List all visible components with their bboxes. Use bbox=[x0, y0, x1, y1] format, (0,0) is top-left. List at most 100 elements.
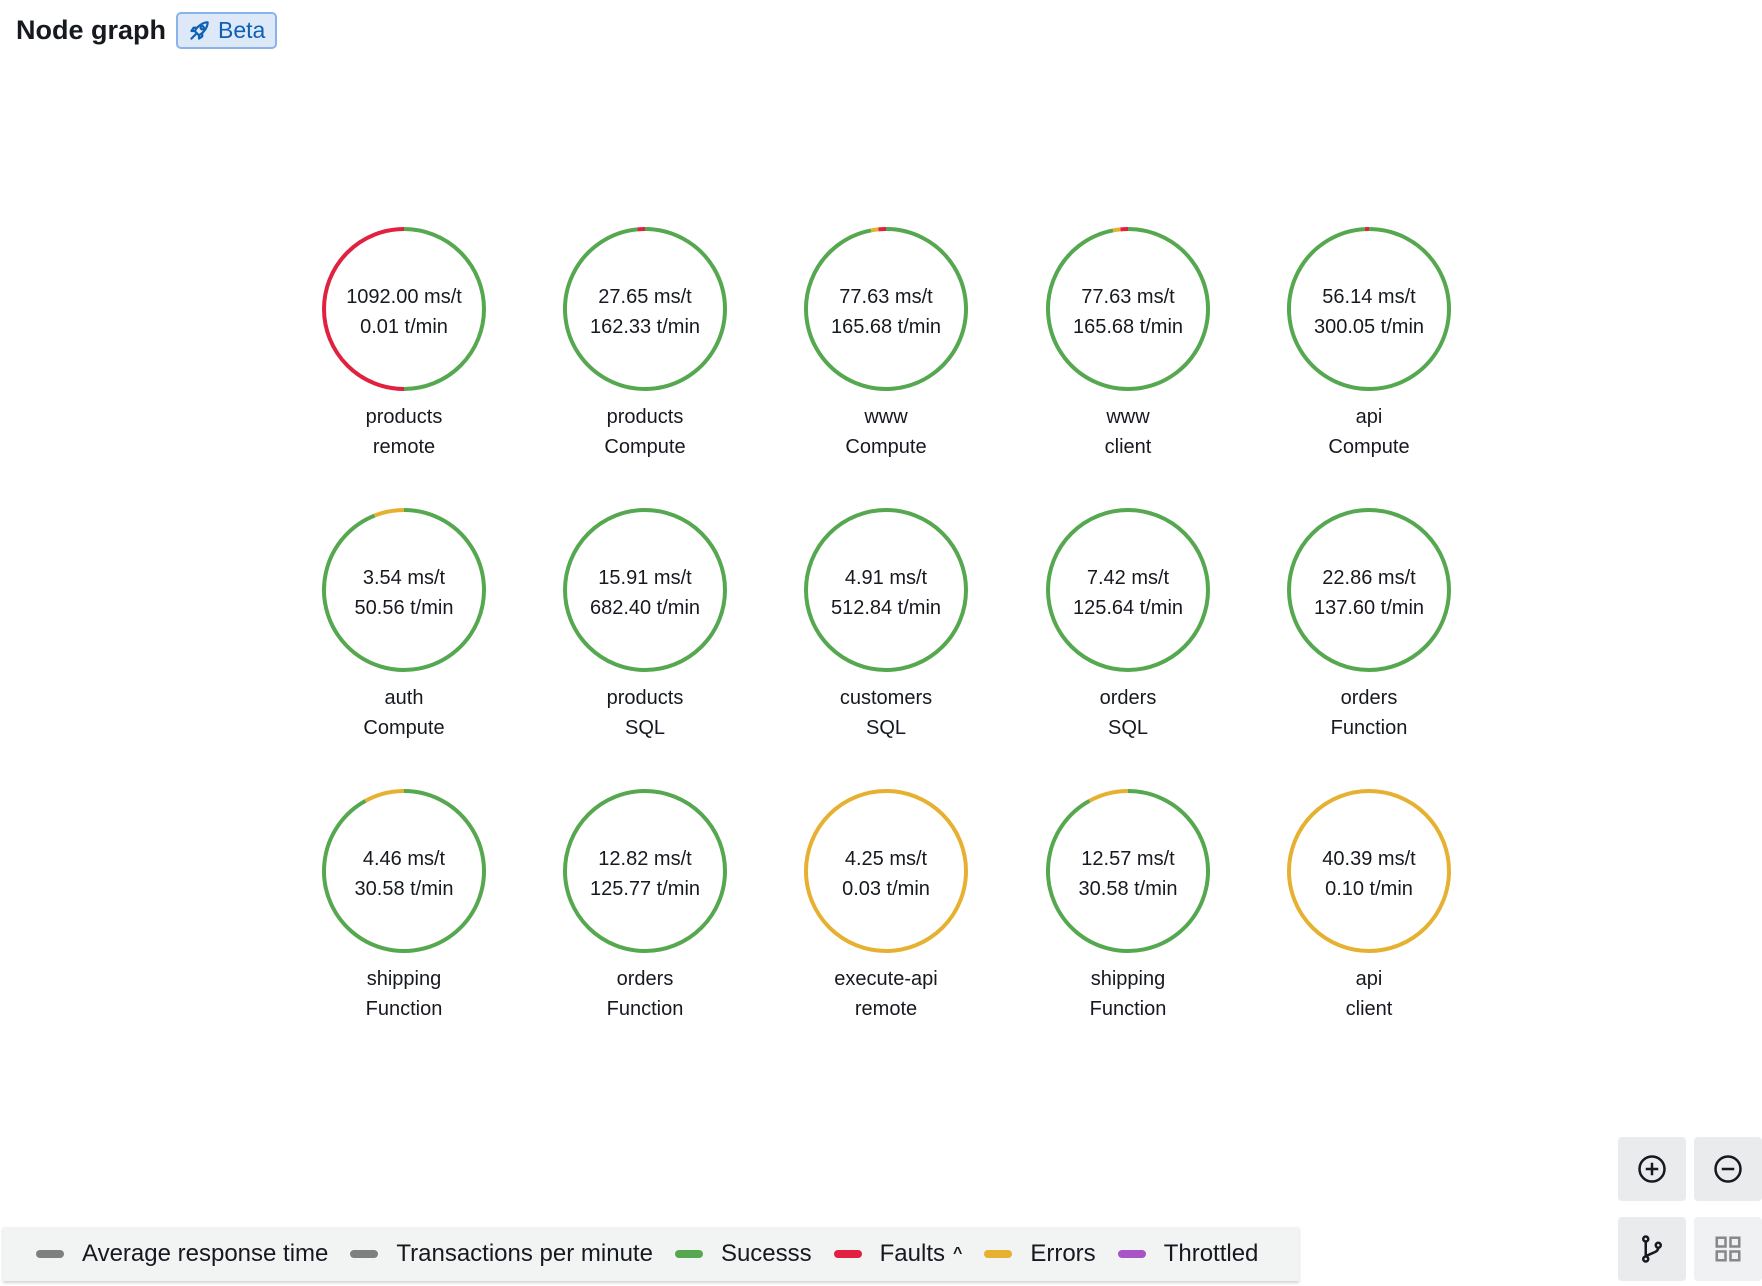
transactions-per-minute: 50.56 t/min bbox=[355, 597, 454, 619]
graph-node[interactable]: 7.42 ms/t 125.64 t/min orders SQL bbox=[1046, 508, 1210, 739]
node-name: www bbox=[863, 406, 908, 428]
graph-node[interactable]: 1092.00 ms/t 0.01 t/min products remote bbox=[322, 227, 486, 458]
legend-swatch bbox=[36, 1250, 64, 1258]
avg-response-time: 4.25 ms/t bbox=[845, 848, 928, 870]
graph-node[interactable]: 22.86 ms/t 137.60 t/min orders Function bbox=[1287, 508, 1451, 739]
legend-label: Errors bbox=[1030, 1240, 1096, 1267]
legend-label: Throttled bbox=[1163, 1240, 1259, 1267]
avg-response-time: 4.91 ms/t bbox=[845, 567, 928, 589]
legend-swatch bbox=[674, 1250, 703, 1258]
avg-response-time: 27.65 ms/t bbox=[598, 286, 692, 308]
graph-node[interactable]: 4.25 ms/t 0.03 t/min execute-api remote bbox=[804, 789, 968, 1020]
node-type: client bbox=[1105, 436, 1152, 458]
zoom-out-button[interactable] bbox=[1694, 1137, 1762, 1201]
node-name: www bbox=[1105, 406, 1150, 428]
avg-response-time: 4.46 ms/t bbox=[363, 848, 446, 870]
legend: Average response time Transactions per m… bbox=[3, 1227, 1299, 1281]
graph-node[interactable]: 27.65 ms/t 162.33 t/min products Compute bbox=[563, 227, 727, 458]
node-name: orders bbox=[617, 968, 674, 990]
avg-response-time: 12.82 ms/t bbox=[598, 848, 692, 870]
node-type: Function bbox=[1331, 717, 1408, 739]
legend-swatch bbox=[833, 1250, 862, 1258]
node-name: auth bbox=[385, 687, 424, 709]
node-name: orders bbox=[1341, 687, 1398, 709]
legend-item-faults[interactable]: Faults ^ bbox=[833, 1240, 962, 1268]
node-type: Function bbox=[366, 998, 443, 1020]
transactions-per-minute: 125.64 t/min bbox=[1073, 597, 1183, 619]
node-type: Function bbox=[1090, 998, 1167, 1020]
node-name: orders bbox=[1100, 687, 1157, 709]
transactions-per-minute: 0.03 t/min bbox=[842, 878, 930, 900]
node-type: SQL bbox=[625, 717, 665, 739]
graph-node[interactable]: 3.54 ms/t 50.56 t/min auth Compute bbox=[322, 508, 486, 739]
transactions-per-minute: 125.77 t/min bbox=[590, 878, 700, 900]
node-name: products bbox=[366, 406, 443, 428]
grid-icon bbox=[1715, 1236, 1741, 1262]
avg-response-time: 1092.00 ms/t bbox=[346, 286, 462, 308]
legend-label: Sucesss bbox=[720, 1240, 812, 1267]
graph-node[interactable]: 4.91 ms/t 512.84 t/min customers SQL bbox=[804, 508, 968, 739]
graph-node[interactable]: 40.39 ms/t 0.10 t/min api client bbox=[1287, 789, 1451, 1020]
transactions-per-minute: 162.33 t/min bbox=[590, 316, 700, 338]
graph-node[interactable]: 12.57 ms/t 30.58 t/min shipping Function bbox=[1046, 789, 1210, 1020]
node-type: Compute bbox=[845, 436, 926, 458]
avg-response-time: 77.63 ms/t bbox=[1081, 286, 1175, 308]
node-type: Compute bbox=[363, 717, 444, 739]
transactions-per-minute: 30.58 t/min bbox=[1079, 878, 1178, 900]
chevron-up-icon[interactable]: ^ bbox=[953, 1245, 962, 1263]
avg-response-time: 15.91 ms/t bbox=[598, 567, 692, 589]
graph-node[interactable]: 4.46 ms/t 30.58 t/min shipping Function bbox=[322, 789, 486, 1020]
grid-view-button[interactable] bbox=[1694, 1217, 1762, 1281]
transactions-per-minute: 30.58 t/min bbox=[355, 878, 454, 900]
errors-arc bbox=[1112, 227, 1121, 233]
node-name: customers bbox=[840, 687, 932, 709]
avg-response-time: 77.63 ms/t bbox=[839, 286, 933, 308]
legend-item-errors: Errors bbox=[984, 1240, 1096, 1268]
node-name: shipping bbox=[1091, 968, 1166, 990]
node-type: Compute bbox=[604, 436, 685, 458]
graph-node[interactable]: 77.63 ms/t 165.68 t/min www client bbox=[1046, 227, 1210, 458]
errors-arc bbox=[870, 227, 879, 233]
legend-label: Faults bbox=[879, 1240, 945, 1267]
node-name: api bbox=[1356, 968, 1383, 990]
avg-response-time: 3.54 ms/t bbox=[363, 567, 446, 589]
node-type: Compute bbox=[1328, 436, 1409, 458]
transactions-per-minute: 0.01 t/min bbox=[360, 316, 448, 338]
plus-circle-icon bbox=[1638, 1155, 1666, 1183]
legend-item-success: Sucesss bbox=[674, 1240, 812, 1268]
node-type: Function bbox=[607, 998, 684, 1020]
graph-view-button[interactable] bbox=[1618, 1217, 1686, 1281]
node-type: client bbox=[1346, 998, 1393, 1020]
avg-response-time: 7.42 ms/t bbox=[1087, 567, 1170, 589]
avg-response-time: 56.14 ms/t bbox=[1322, 286, 1416, 308]
transactions-per-minute: 512.84 t/min bbox=[831, 597, 941, 619]
legend-label: Transactions per minute bbox=[396, 1240, 653, 1267]
avg-response-time: 22.86 ms/t bbox=[1322, 567, 1416, 589]
transactions-per-minute: 165.68 t/min bbox=[1073, 316, 1183, 338]
branch-icon bbox=[1642, 1235, 1662, 1263]
transactions-per-minute: 165.68 t/min bbox=[831, 316, 941, 338]
node-name: execute-api bbox=[834, 968, 937, 990]
transactions-per-minute: 300.05 t/min bbox=[1314, 316, 1424, 338]
graph-node[interactable]: 77.63 ms/t 165.68 t/min www Compute bbox=[804, 227, 968, 458]
node-name: shipping bbox=[367, 968, 442, 990]
node-type: SQL bbox=[1108, 717, 1148, 739]
node-name: products bbox=[607, 406, 684, 428]
legend-item-avg-response: Average response time bbox=[36, 1240, 328, 1268]
node-name: products bbox=[607, 687, 684, 709]
graph-node[interactable]: 56.14 ms/t 300.05 t/min api Compute bbox=[1287, 227, 1451, 458]
legend-swatch bbox=[1117, 1250, 1146, 1258]
node-type: SQL bbox=[866, 717, 906, 739]
node-type: remote bbox=[373, 436, 435, 458]
graph-node[interactable]: 12.82 ms/t 125.77 t/min orders Function bbox=[563, 789, 727, 1020]
graph-node[interactable]: 15.91 ms/t 682.40 t/min products SQL bbox=[563, 508, 727, 739]
node-name: api bbox=[1356, 406, 1383, 428]
transactions-per-minute: 682.40 t/min bbox=[590, 597, 700, 619]
avg-response-time: 12.57 ms/t bbox=[1081, 848, 1175, 870]
zoom-in-button[interactable] bbox=[1618, 1137, 1686, 1201]
node-type: remote bbox=[855, 998, 917, 1020]
legend-item-throttled: Throttled bbox=[1117, 1240, 1259, 1268]
legend-item-tpm: Transactions per minute bbox=[350, 1240, 653, 1268]
legend-label: Average response time bbox=[82, 1240, 329, 1267]
transactions-per-minute: 137.60 t/min bbox=[1314, 597, 1424, 619]
